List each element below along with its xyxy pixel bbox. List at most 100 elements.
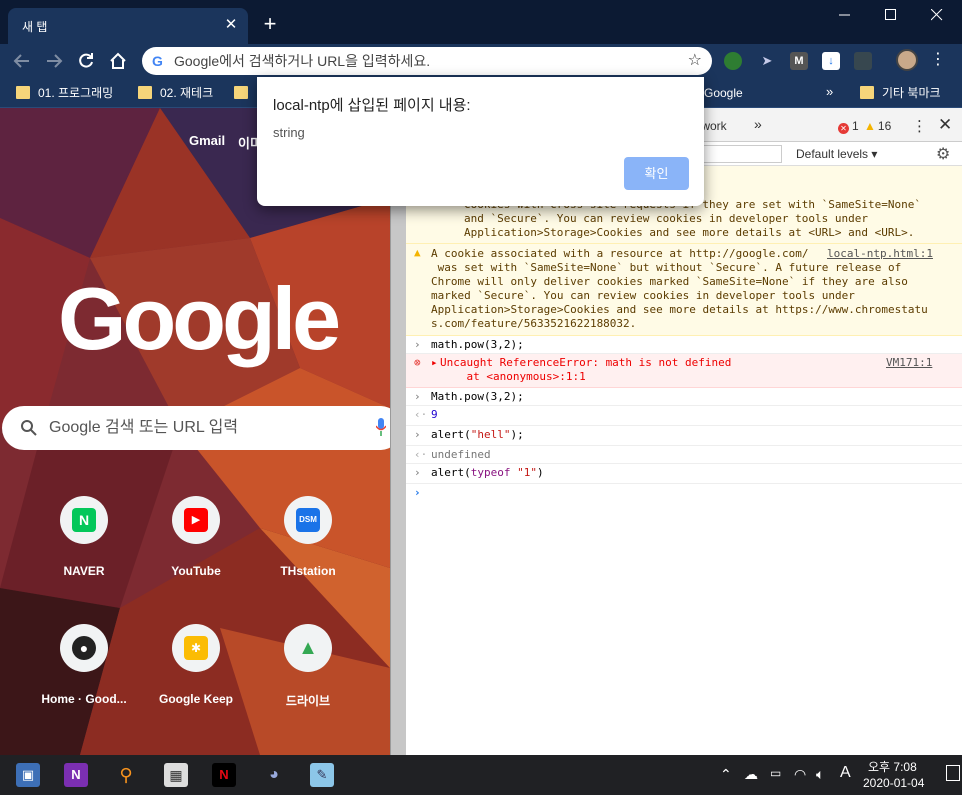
log-levels-label: Default levels — [796, 147, 869, 161]
youtube-icon: ▶ — [184, 508, 208, 532]
maximize-button[interactable] — [868, 4, 914, 26]
error-count-badge[interactable]: ✕ 1 — [838, 119, 859, 134]
error-count: 1 — [852, 119, 859, 133]
tile-label: THstation — [280, 564, 336, 578]
browser-tab[interactable]: 새 탭 ✕ — [8, 8, 248, 44]
shortcut-tile-github[interactable]: ● Home · Good... — [34, 624, 134, 734]
more-tabs-icon[interactable]: » — [754, 116, 762, 132]
title-bar: 새 탭 ✕ + — [0, 0, 962, 44]
close-window-button[interactable] — [914, 4, 960, 26]
drive-icon: ▲ — [298, 637, 318, 659]
console-command: Math.pow(3,2); — [431, 390, 524, 403]
log-levels-dropdown[interactable]: Default levels ▾ — [796, 147, 877, 161]
gmail-link[interactable]: Gmail — [189, 133, 225, 148]
ntp-search-input[interactable] — [49, 418, 349, 438]
windows-taskbar: ▣ N ⚲ ▦ N ◕ ✎ ⌃ ☁ ▭ ◠ 🔈︎ A 오후 7:08 2020-… — [0, 755, 962, 795]
dialog-message: string — [273, 125, 305, 140]
extension-doc-icon[interactable]: ↓ — [822, 52, 840, 70]
folder-icon — [860, 86, 874, 99]
home-icon[interactable] — [106, 49, 130, 73]
ntp-search-box[interactable] — [2, 406, 390, 450]
clock-date[interactable]: 2020-01-04 — [863, 776, 924, 790]
extension-shield-icon[interactable] — [854, 52, 872, 70]
shortcut-tile-youtube[interactable]: ▶ YouTube — [146, 496, 246, 606]
microphone-icon[interactable] — [376, 418, 386, 436]
tile-icon-circle: DSM — [284, 496, 332, 544]
bookmark-label: 01. 프로그래밍 — [38, 86, 114, 100]
ime-indicator[interactable]: A — [840, 764, 851, 782]
alert-dialog: local-ntp에 삽입된 페이지 내용: string 확인 — [257, 77, 704, 206]
shortcut-tile-naver[interactable]: N NAVER — [34, 496, 134, 606]
github-icon: ● — [72, 636, 96, 660]
prompt-icon: › — [414, 390, 421, 403]
warning-count-badge[interactable]: ▲ 16 — [864, 119, 891, 133]
prompt-icon: › — [414, 466, 421, 479]
profile-avatar[interactable] — [896, 49, 918, 71]
taskbar-notepad-icon[interactable]: ✎ — [310, 763, 334, 787]
taskbar-search-icon[interactable]: ⚲ — [114, 763, 138, 787]
error-text: Uncaught ReferenceError: math is not def… — [440, 356, 732, 383]
source-link[interactable]: local-ntp.html:1 — [827, 247, 933, 260]
tray-cloud-icon[interactable]: ☁ — [744, 766, 758, 783]
dialog-title: local-ntp에 삽입된 페이지 내용: — [273, 97, 471, 114]
omnibox-input[interactable] — [174, 51, 674, 71]
taskbar-onenote-icon[interactable]: N — [64, 763, 88, 787]
tray-overflow-icon[interactable]: ⌃ — [720, 766, 732, 783]
console-settings-icon[interactable]: ⚙ — [936, 144, 950, 164]
bookmark-label: Google — [704, 86, 743, 100]
taskbar-netflix-icon[interactable]: N — [212, 763, 236, 787]
omnibox[interactable]: G ☆ — [142, 47, 712, 75]
console-input-row: › alert(typeof "1") — [406, 464, 962, 484]
shortcut-tile-keep[interactable]: ✱ Google Keep — [146, 624, 246, 734]
tab-close-icon[interactable]: ✕ — [222, 16, 240, 34]
devtools-menu-icon[interactable]: ⋮ — [912, 117, 927, 135]
google-logo: Google — [58, 269, 341, 368]
shortcut-tile-thstation[interactable]: DSM THstation — [258, 496, 358, 606]
dialog-ok-button[interactable]: 확인 — [624, 157, 689, 190]
new-tab-icon[interactable]: + — [258, 12, 282, 36]
console-prompt-row[interactable]: › — [406, 484, 962, 504]
bookmark-star-icon[interactable]: ☆ — [688, 50, 702, 70]
console-result: 9 — [431, 408, 438, 421]
bookmark-label: 기타 북마크 — [882, 86, 941, 100]
error-expand-icon[interactable]: ▸ — [431, 356, 438, 370]
extension-m-icon[interactable]: M — [790, 52, 808, 70]
bookmark-folder-programming[interactable]: 01. 프로그래밍 — [16, 84, 113, 102]
extension-green-icon[interactable] — [724, 52, 742, 70]
tray-wifi-icon[interactable]: ◠ — [794, 766, 806, 783]
bookmark-google[interactable]: Google — [704, 84, 743, 102]
console-warning-row: ▲ A cookie associated with a resource at… — [406, 244, 962, 336]
clock-time[interactable]: 오후 7:08 — [868, 758, 917, 775]
tray-onedrive-icon[interactable]: ▭ — [770, 766, 781, 780]
reload-icon[interactable] — [74, 49, 98, 73]
tray-volume-icon[interactable]: 🔈︎ — [816, 766, 824, 783]
dsm-icon: DSM — [296, 508, 320, 532]
extension-cursor-icon[interactable]: ➤ — [758, 52, 776, 70]
taskbar-calculator-icon[interactable]: ▦ — [164, 763, 188, 787]
bookmark-folder-finance[interactable]: 02. 재테크 — [138, 84, 213, 102]
keep-icon: ✱ — [184, 636, 208, 660]
forward-icon[interactable] — [42, 49, 66, 73]
bookmarks-overflow-icon[interactable]: » — [826, 84, 833, 99]
devtools-close-icon[interactable]: ✕ — [938, 115, 952, 135]
bookmark-label: 02. 재테크 — [160, 86, 214, 100]
chrome-menu-icon[interactable]: ⋮ — [930, 52, 946, 68]
console-result: undefined — [431, 448, 491, 461]
console-result-row: ‹· undefined — [406, 446, 962, 464]
warning-icon: ▲ — [864, 119, 876, 133]
minimize-button[interactable] — [822, 4, 868, 26]
notification-icon[interactable] — [946, 765, 960, 781]
taskbar-computer-icon[interactable]: ▣ — [16, 763, 40, 787]
tile-icon-circle: ● — [60, 624, 108, 672]
console-input-row: › math.pow(3,2); — [406, 336, 962, 354]
result-arrow-icon: ‹· — [414, 448, 428, 461]
bookmark-folder-other[interactable]: 기타 북마크 — [860, 84, 941, 102]
source-link[interactable]: VM171:1 — [886, 356, 932, 369]
shortcut-tile-drive[interactable]: ▲ 드라이브 — [258, 624, 358, 734]
error-icon: ✕ — [838, 123, 849, 134]
tile-label: NAVER — [63, 564, 105, 578]
taskbar-paint-icon[interactable]: ◕ — [262, 763, 286, 787]
google-g-icon: G — [152, 53, 163, 69]
back-icon[interactable] — [10, 49, 34, 73]
bookmark-folder-hidden[interactable] — [234, 84, 248, 102]
